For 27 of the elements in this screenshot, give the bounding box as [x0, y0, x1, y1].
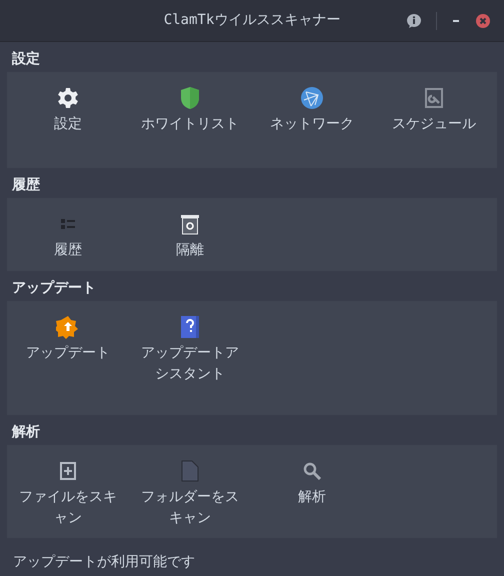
tool-label[interactable]: 解析: [262, 487, 362, 508]
search-icon[interactable]: [303, 462, 321, 480]
tool-label[interactable]: 隔離: [140, 240, 240, 261]
tool-label[interactable]: アップデートアシスタント: [140, 343, 240, 385]
tool-label[interactable]: スケジュール: [384, 114, 484, 135]
info-icon[interactable]: [406, 13, 422, 29]
tool-label[interactable]: フォルダーをスキャン: [140, 487, 240, 529]
section-heading: 履歴: [10, 176, 41, 195]
status-text: アップデートが利用可能です: [12, 553, 196, 572]
minimize-icon[interactable]: [451, 19, 461, 23]
tool-label[interactable]: 履歴: [18, 240, 118, 261]
section-heading: 設定: [10, 50, 41, 69]
section-heading: 解析: [10, 423, 41, 442]
window-title: ClamTkウイルススキャナー: [164, 11, 340, 30]
gear-icon[interactable]: [57, 87, 79, 109]
add-file-icon[interactable]: [60, 462, 76, 480]
tool-label[interactable]: ネットワーク: [262, 114, 362, 135]
tool-label[interactable]: ファイルをスキャン: [18, 487, 118, 529]
help-book-icon[interactable]: [180, 315, 200, 339]
trash-icon[interactable]: [181, 213, 199, 235]
tool-label[interactable]: ホワイトリスト: [140, 114, 240, 135]
section-heading: アップデート: [11, 279, 97, 298]
tool-label[interactable]: アップデート: [18, 343, 118, 364]
shield-icon[interactable]: [180, 86, 200, 110]
tool-label[interactable]: 設定: [18, 114, 118, 135]
close-icon[interactable]: [475, 13, 491, 29]
update-icon[interactable]: [56, 315, 80, 339]
